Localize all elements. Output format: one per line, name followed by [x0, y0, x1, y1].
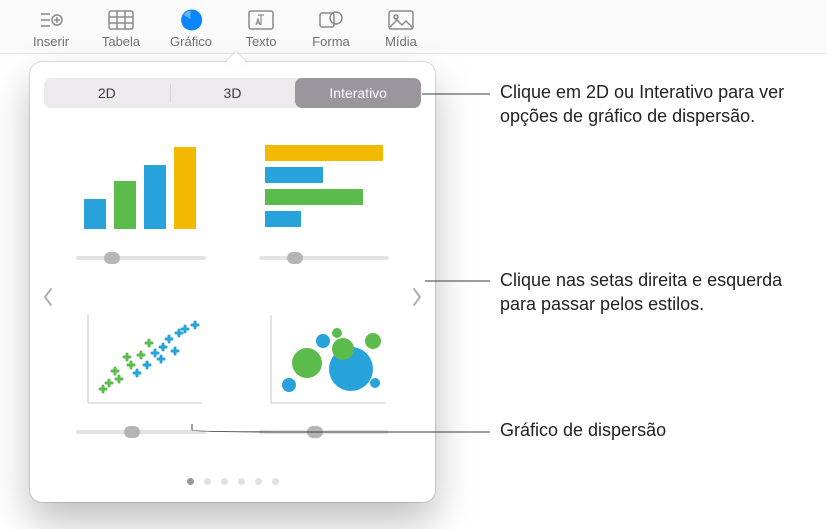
callout-arrows: Clique nas setas direita e esquerda para…	[500, 268, 820, 317]
callout-scatter: Gráfico de dispersão	[500, 418, 800, 442]
callout-tabs: Clique em 2D ou Interativo para ver opçõ…	[500, 80, 800, 129]
